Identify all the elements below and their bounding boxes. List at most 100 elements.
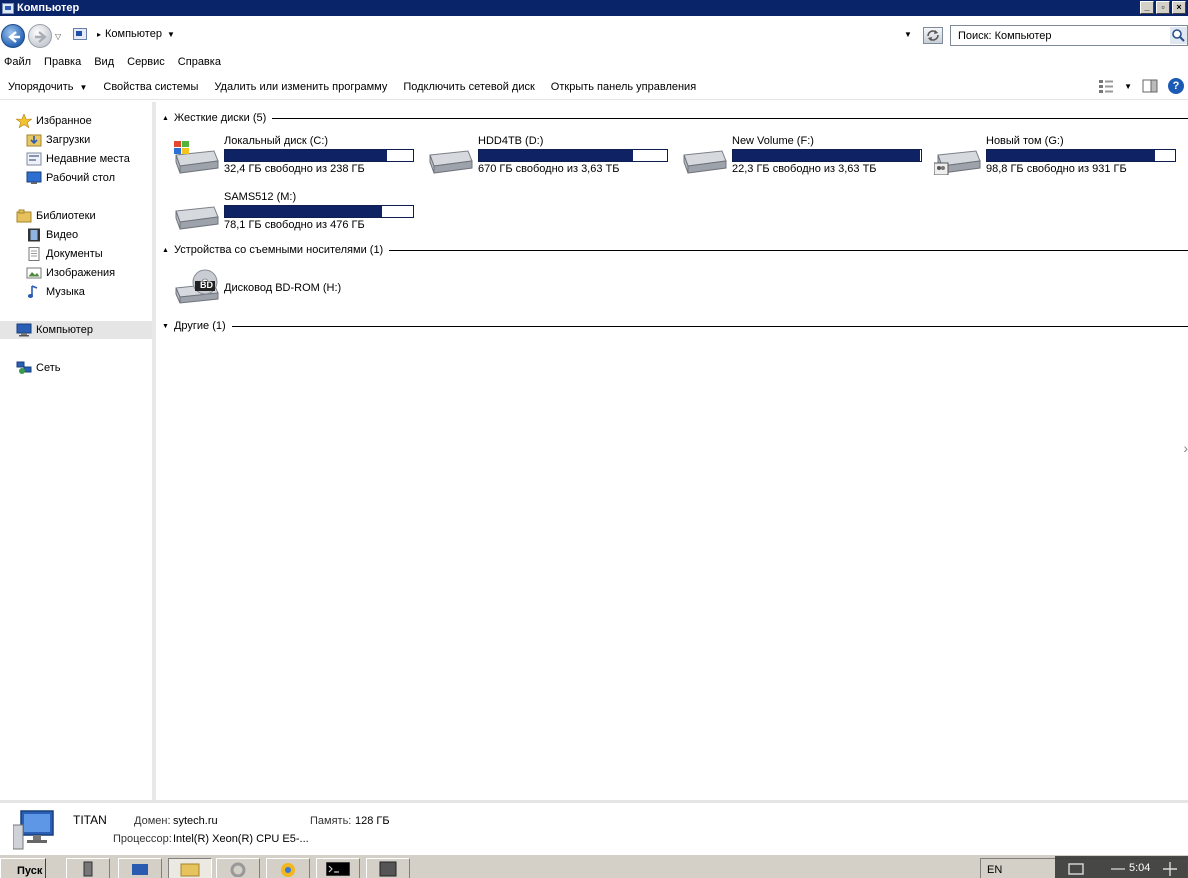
nav-music[interactable]: Музыка (0, 283, 152, 301)
cpu-value: Intel(R) Xeon(R) CPU E5-... (173, 833, 309, 845)
nav-images[interactable]: Изображения (0, 264, 152, 282)
uninstall-program-button[interactable]: Удалить или изменить программу (214, 81, 387, 93)
start-button[interactable]: Пуск (0, 858, 46, 878)
collapse-triangle-icon[interactable]: ▲ (162, 247, 169, 254)
preview-pane-icon[interactable] (1142, 79, 1158, 93)
taskbar-app[interactable] (366, 858, 410, 878)
collapse-triangle-icon[interactable]: ▲ (162, 115, 169, 122)
drive-tile[interactable]: Новый том (G:) 98,8 ГБ свободно из 931 Г… (934, 135, 1179, 179)
drive-usage-fill (987, 150, 1156, 161)
menu-help[interactable]: Справка (174, 56, 227, 68)
map-network-drive-button[interactable]: Подключить сетевой диск (403, 81, 534, 93)
taskbar-powershell[interactable] (118, 858, 162, 878)
minus-icon[interactable] (1109, 862, 1127, 876)
drive-usage-bar (224, 205, 414, 218)
drive-usage-bar (224, 149, 414, 162)
drive-free-space: 22,3 ГБ свободно из 3,63 ТБ (732, 163, 877, 175)
browser-icon (281, 863, 295, 877)
group-other-header[interactable]: ▼ Другие (1) (162, 319, 1188, 333)
address-history-chevron-icon[interactable]: ▼ (904, 30, 912, 39)
drive-usage-fill (225, 150, 388, 161)
close-button[interactable]: × (1172, 1, 1186, 14)
group-removable-header[interactable]: ▲ Устройства со съемными носителями (1) (162, 243, 1188, 257)
group-hard-disks-label: Жесткие диски (5) (173, 112, 267, 124)
breadcrumb-computer[interactable]: Компьютер (105, 28, 162, 40)
domain-label: Домен: (134, 815, 171, 827)
nav-downloads-label: Загрузки (46, 134, 91, 146)
nav-computer[interactable]: Компьютер (0, 321, 152, 339)
minimize-button[interactable]: _ (1140, 1, 1154, 14)
drive-tile[interactable]: New Volume (F:) 22,3 ГБ свободно из 3,63… (680, 135, 925, 179)
refresh-icon (927, 30, 939, 41)
arrow-right-icon (35, 31, 47, 43)
server-icon (83, 861, 93, 877)
fullscreen-icon[interactable] (1067, 862, 1085, 876)
system-properties-button[interactable]: Свойства системы (103, 81, 198, 93)
taskbar: Пуск EN 5:04 (0, 854, 1188, 878)
menu-file[interactable]: Файл (0, 56, 37, 68)
drive-usage-fill (479, 150, 634, 161)
nav-documents[interactable]: Документы (0, 245, 152, 263)
windows-drive-icon (174, 141, 219, 174)
drive-usage-bar (986, 149, 1176, 162)
nav-network[interactable]: Сеть (0, 359, 152, 377)
bd-badge: BD (200, 280, 213, 290)
taskbar-cmd[interactable] (316, 858, 360, 878)
open-control-panel-button[interactable]: Открыть панель управления (551, 81, 696, 93)
menu-edit[interactable]: Правка (40, 56, 87, 68)
menu-tools[interactable]: Сервис (123, 56, 171, 68)
help-icon[interactable]: ? (1168, 78, 1184, 94)
organize-button[interactable]: Упорядочить ▼ (8, 81, 87, 93)
taskbar-settings[interactable] (216, 858, 260, 878)
nav-libraries[interactable]: Библиотеки (0, 207, 152, 225)
content-area: ▲ Жесткие диски (5) Локальный диск (C:) … (156, 102, 1188, 800)
nav-video[interactable]: Видео (0, 226, 152, 244)
change-view-icon[interactable] (1098, 79, 1114, 93)
menu-bar: Файл Правка Вид Сервис Справка (0, 52, 1188, 72)
search-placeholder: Поиск: Компьютер (958, 29, 1052, 42)
address-field[interactable]: ▸ Компьютер ▼ (70, 24, 919, 44)
language-indicator[interactable]: EN (987, 864, 1002, 876)
drive-tile[interactable]: HDD4TB (D:) 670 ГБ свободно из 3,63 ТБ (426, 135, 671, 179)
system-tray: EN 5:04 (980, 856, 1188, 878)
history-dropdown-icon[interactable]: ▽ (55, 32, 61, 41)
nav-video-label: Видео (46, 229, 79, 241)
nav-computer-label: Компьютер (36, 324, 93, 336)
restore-button[interactable]: ▫ (1156, 1, 1170, 14)
forward-button[interactable] (28, 24, 52, 48)
nav-music-label: Музыка (46, 286, 85, 298)
chevron-down-icon[interactable]: ▼ (167, 30, 175, 39)
chevron-right-icon[interactable]: › (1183, 440, 1188, 456)
view-options-chevron-icon[interactable]: ▼ (1124, 82, 1132, 91)
nav-downloads[interactable]: Загрузки (0, 131, 152, 149)
drive-tile[interactable]: SAMS512 (M:) 78,1 ГБ свободно из 476 ГБ (172, 191, 417, 235)
command-bar: Упорядочить ▼ Свойства системы Удалить ил… (0, 74, 1188, 100)
drive-name: SAMS512 (M:) (224, 191, 297, 203)
plus-icon[interactable] (1161, 862, 1179, 876)
taskbar-browser[interactable] (266, 858, 310, 878)
libraries-icon (16, 209, 32, 223)
nav-favorites[interactable]: Избранное (0, 112, 152, 130)
group-hard-disks-header[interactable]: ▲ Жесткие диски (5) (162, 111, 1188, 125)
breadcrumb-arrow-icon[interactable]: ▸ (97, 30, 101, 39)
shared-drive-icon (934, 150, 981, 175)
search-icon (1170, 27, 1187, 44)
nav-documents-label: Документы (46, 248, 103, 260)
search-input[interactable]: Поиск: Компьютер (950, 25, 1188, 46)
nav-recent-places[interactable]: Недавние места (0, 150, 152, 168)
bd-rom-drive-tile[interactable]: BD Дисковод BD-ROM (H:) (172, 264, 417, 308)
details-pane: TITAN Домен: sytech.ru Память: 128 ГБ Пр… (0, 800, 1188, 854)
drive-tile[interactable]: Локальный диск (C:) 32,4 ГБ свободно из … (172, 135, 417, 179)
back-button[interactable] (1, 24, 25, 48)
music-icon (27, 285, 38, 298)
refresh-button[interactable] (923, 27, 943, 44)
nav-desktop[interactable]: Рабочий стол (0, 169, 152, 187)
group-divider (272, 117, 1188, 119)
group-divider (231, 325, 1188, 327)
menu-view[interactable]: Вид (90, 56, 120, 68)
taskbar-explorer[interactable] (168, 858, 212, 878)
taskbar-server-manager[interactable] (66, 858, 110, 878)
title-bar: Компьютер _ ▫ × (0, 0, 1188, 16)
expand-triangle-icon[interactable]: ▼ (162, 323, 169, 330)
drive-free-space: 98,8 ГБ свободно из 931 ГБ (986, 163, 1127, 175)
